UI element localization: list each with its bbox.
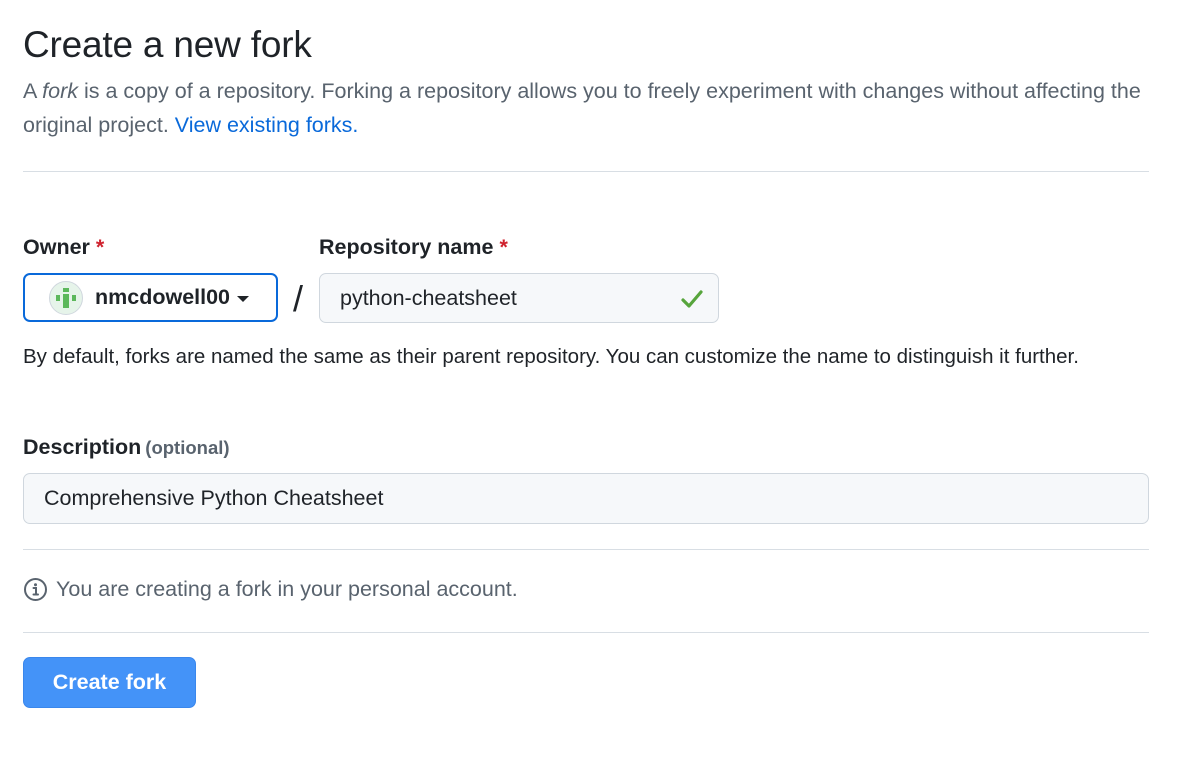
repository-name-value: python-cheatsheet bbox=[340, 285, 517, 310]
repository-name-hint: By default, forks are named the same as … bbox=[23, 345, 1079, 368]
description-value: Comprehensive Python Cheatsheet bbox=[44, 486, 384, 510]
intro-prefix: A bbox=[23, 79, 43, 103]
chevron-down-icon bbox=[237, 296, 250, 302]
intro-fork-word: fork bbox=[42, 79, 78, 103]
owner-label-text: Owner bbox=[23, 235, 90, 259]
owner-name: nmcdowell00 bbox=[95, 285, 231, 309]
owner-required-mark: * bbox=[95, 235, 105, 259]
info-icon bbox=[24, 578, 47, 601]
owner-label: Owner * bbox=[23, 235, 104, 260]
create-fork-button[interactable]: Create fork bbox=[23, 657, 196, 708]
description-label-text: Description bbox=[23, 435, 142, 459]
owner-repo-separator: / bbox=[293, 278, 304, 319]
repository-name-label-text: Repository name bbox=[319, 235, 494, 259]
identicon-avatar-graphic bbox=[56, 287, 76, 308]
description-input[interactable]: Comprehensive Python Cheatsheet bbox=[23, 473, 1149, 524]
header-divider bbox=[23, 171, 1149, 172]
view-existing-forks-link[interactable]: View existing forks. bbox=[175, 113, 359, 137]
description-divider bbox=[23, 549, 1149, 550]
page-intro: A fork is a copy of a repository. Forkin… bbox=[23, 74, 1149, 142]
repository-name-input[interactable]: python-cheatsheet bbox=[319, 273, 719, 323]
page-title: Create a new fork bbox=[23, 24, 312, 65]
check-icon bbox=[681, 290, 703, 308]
personal-account-info-text: You are creating a fork in your personal… bbox=[56, 577, 518, 601]
owner-select-button[interactable]: nmcdowell00 bbox=[23, 273, 278, 322]
identicon-avatar bbox=[49, 280, 83, 315]
info-divider bbox=[23, 632, 1149, 633]
personal-account-info: You are creating a fork in your personal… bbox=[23, 577, 518, 602]
description-label: Description (optional) bbox=[23, 435, 230, 460]
description-optional-tag: (optional) bbox=[145, 437, 230, 458]
repository-name-label: Repository name * bbox=[319, 235, 508, 260]
repository-required-mark: * bbox=[499, 235, 508, 259]
